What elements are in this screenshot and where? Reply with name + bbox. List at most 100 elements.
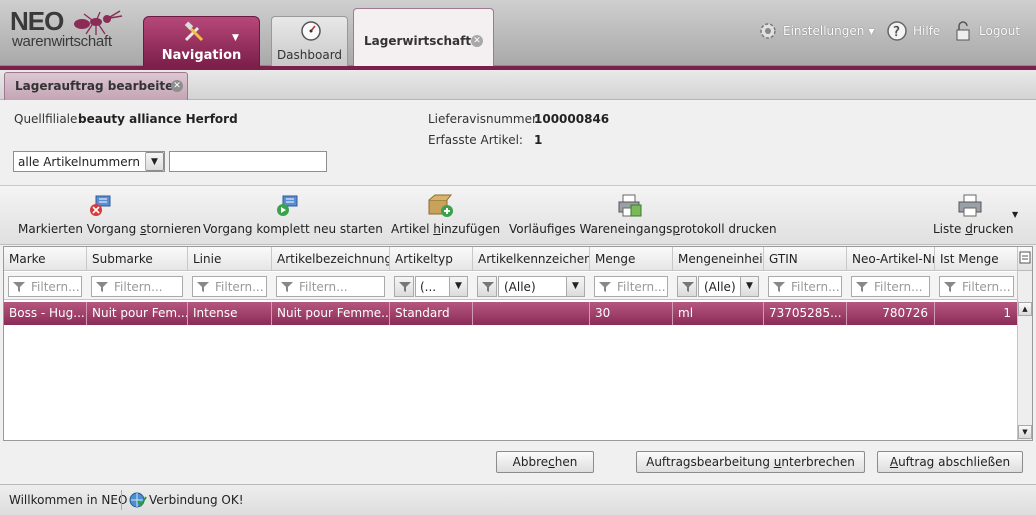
print-list-button[interactable]: Liste drucken ▼ bbox=[933, 186, 1025, 244]
lock-icon bbox=[956, 21, 970, 41]
filter-icon bbox=[599, 282, 611, 292]
grid-vertical-scrollbar[interactable]: ▲ ▼ bbox=[1017, 247, 1032, 440]
tools-icon bbox=[184, 21, 204, 42]
chevron-down-icon[interactable]: ▼ bbox=[566, 277, 584, 296]
order-info-panel: Quellfiliale: beauty alliance Herford Li… bbox=[0, 101, 1036, 183]
cell-einheit[interactable]: ml bbox=[673, 302, 764, 325]
chevron-down-icon[interactable]: ▼ bbox=[1012, 210, 1018, 219]
table-row[interactable]: Boss - Hug... Nuit pour Fem... Intense N… bbox=[4, 302, 1018, 325]
column-header-menge[interactable]: Menge bbox=[590, 247, 673, 271]
logout-label: Logout bbox=[979, 24, 1021, 38]
filter-placeholder: Filtern... bbox=[31, 280, 80, 294]
print-list-label-rest: rucken bbox=[972, 222, 1014, 236]
filter-ist-menge-input[interactable]: Filtern... bbox=[939, 276, 1014, 297]
filter-menge-input[interactable]: Filtern... bbox=[594, 276, 668, 297]
filter-linie-input[interactable]: Filtern... bbox=[192, 276, 267, 297]
cancel-marked-label-rest: tornieren bbox=[146, 222, 202, 236]
article-number-input[interactable] bbox=[169, 151, 327, 172]
scroll-down-icon[interactable]: ▼ bbox=[1018, 425, 1032, 439]
tab-dashboard[interactable]: Dashboard bbox=[271, 16, 348, 66]
filter-icon bbox=[399, 282, 411, 292]
print-list-label: Liste bbox=[933, 222, 966, 236]
cancel-marked-button[interactable]: Markierten Vorgang stornieren bbox=[18, 186, 201, 244]
print-protocol-label: Vorläufiges Wareneingangs bbox=[509, 222, 673, 236]
cell-bezeichnung[interactable]: Nuit pour Femme... bbox=[272, 302, 390, 325]
cell-kennzeichen[interactable] bbox=[473, 302, 590, 325]
cell-linie[interactable]: Intense bbox=[188, 302, 272, 325]
action-toolbar: Markierten Vorgang stornieren Vorgang ko… bbox=[0, 185, 1036, 245]
cell-menge[interactable]: 30 bbox=[590, 302, 673, 325]
cell-ist-menge[interactable]: 1 bbox=[935, 302, 1018, 325]
close-tab-icon[interactable]: ✕ bbox=[171, 80, 183, 92]
column-header-linie[interactable]: Linie bbox=[188, 247, 272, 271]
filter-einheit-value: (Alle) bbox=[704, 280, 736, 294]
grid-header: Marke Submarke Linie Artikelbezeichnung … bbox=[4, 247, 1018, 271]
column-header-submarke[interactable]: Submarke bbox=[87, 247, 188, 271]
status-bar: Willkommen in NEO Verbindung OK! bbox=[0, 484, 1036, 515]
filter-bezeichnung-input[interactable]: Filtern... bbox=[276, 276, 385, 297]
chevron-down-icon[interactable]: ▼ bbox=[145, 152, 164, 171]
chevron-down-icon[interactable]: ▼ bbox=[449, 277, 467, 296]
status-welcome: Willkommen in NEO bbox=[9, 493, 128, 507]
column-header-artikelbezeichnung[interactable]: Artikelbezeichnung bbox=[272, 247, 390, 271]
chevron-down-icon: ▼ bbox=[868, 26, 875, 36]
add-article-hotkey: h bbox=[433, 222, 441, 236]
cell-typ[interactable]: Standard bbox=[390, 302, 473, 325]
filter-operator-button[interactable] bbox=[477, 276, 497, 297]
print-protocol-hotkey: p bbox=[672, 222, 680, 236]
filter-gtin-input[interactable]: Filtern... bbox=[768, 276, 842, 297]
abort-button[interactable]: Abbrechen bbox=[496, 451, 594, 473]
filter-operator-button[interactable] bbox=[394, 276, 414, 297]
settings-menu[interactable]: Einstellungen ▼ bbox=[758, 20, 875, 42]
scroll-up-icon[interactable]: ▲ bbox=[1018, 302, 1032, 316]
add-article-label: Artikel bbox=[391, 222, 434, 236]
column-header-mengeneinheit[interactable]: Mengeneinheit bbox=[673, 247, 764, 271]
column-header-marke[interactable]: Marke bbox=[4, 247, 87, 271]
help-icon: ? bbox=[887, 21, 907, 41]
filter-placeholder: Filtern... bbox=[874, 280, 923, 294]
tab-navigation[interactable]: ▼ Navigation bbox=[143, 16, 260, 66]
column-header-ist-menge[interactable]: Ist Menge bbox=[935, 247, 1018, 271]
chevron-down-icon[interactable]: ▼ bbox=[740, 277, 758, 296]
cell-submarke[interactable]: Nuit pour Fem... bbox=[87, 302, 188, 325]
column-header-artikelkennzeichen[interactable]: Artikelkennzeichen bbox=[473, 247, 590, 271]
print-list-hotkey: d bbox=[965, 222, 973, 236]
finish-order-button[interactable]: Auftrag abschließen bbox=[877, 451, 1023, 473]
add-article-label-rest: inzufügen bbox=[440, 222, 501, 236]
logout-link[interactable]: Logout bbox=[952, 20, 1020, 42]
close-tab-icon[interactable]: ✕ bbox=[471, 35, 483, 47]
tab-lagerwirtschaft[interactable]: Lagerwirtschaft ✕ bbox=[353, 8, 494, 67]
column-header-gtin[interactable]: GTIN bbox=[764, 247, 847, 271]
help-link[interactable]: ? Hilfe bbox=[886, 20, 940, 42]
filter-artikeltyp-select[interactable]: (... ▼ bbox=[415, 276, 468, 297]
printer-icon bbox=[958, 194, 982, 217]
cancel-list-icon bbox=[90, 195, 111, 216]
filter-placeholder: Filtern... bbox=[962, 280, 1011, 294]
avis-label: Lieferavisnummer: bbox=[428, 112, 541, 126]
cell-gtin[interactable]: 73705285... bbox=[764, 302, 847, 325]
filter-icon bbox=[96, 282, 108, 292]
finish-label-rest: uftrag abschließen bbox=[898, 455, 1011, 469]
tab-lagerauftrag-bearbeiten[interactable]: Lagerauftrag bearbeiten ✕ bbox=[4, 72, 188, 100]
filter-kennzeichen-select[interactable]: (Alle) ▼ bbox=[498, 276, 585, 297]
filter-placeholder: Filtern... bbox=[617, 280, 666, 294]
tab-lagerwirtschaft-label: Lagerwirtschaft bbox=[364, 34, 472, 48]
column-header-artikeltyp[interactable]: Artikeltyp bbox=[390, 247, 473, 271]
restart-list-icon bbox=[277, 195, 298, 216]
column-chooser-icon[interactable] bbox=[1018, 247, 1032, 271]
column-header-neo-artikel-nr[interactable]: Neo-Artikel-Nr. bbox=[847, 247, 935, 271]
add-article-button[interactable]: Artikel hinzufügen bbox=[391, 186, 500, 244]
connection-ok-icon bbox=[129, 492, 147, 508]
filter-marke-input[interactable]: Filtern... bbox=[8, 276, 82, 297]
restart-process-button[interactable]: Vorgang komplett neu starten bbox=[203, 186, 383, 244]
article-number-filter-select[interactable]: alle Artikelnummern ▼ bbox=[13, 151, 165, 172]
cell-neo-nr[interactable]: 780726 bbox=[847, 302, 935, 325]
gear-icon bbox=[760, 23, 776, 39]
cell-marke[interactable]: Boss - Hug... bbox=[4, 302, 87, 325]
print-receipt-protocol-button[interactable]: Vorläufiges Wareneingangsprotokoll druck… bbox=[509, 186, 777, 244]
filter-operator-button[interactable] bbox=[677, 276, 697, 297]
filter-submarke-input[interactable]: Filtern... bbox=[91, 276, 183, 297]
filter-einheit-select[interactable]: (Alle) ▼ bbox=[698, 276, 759, 297]
filter-neo-nr-input[interactable]: Filtern... bbox=[851, 276, 930, 297]
interrupt-order-button[interactable]: Auftragsbearbeitung unterbrechen bbox=[636, 451, 865, 473]
